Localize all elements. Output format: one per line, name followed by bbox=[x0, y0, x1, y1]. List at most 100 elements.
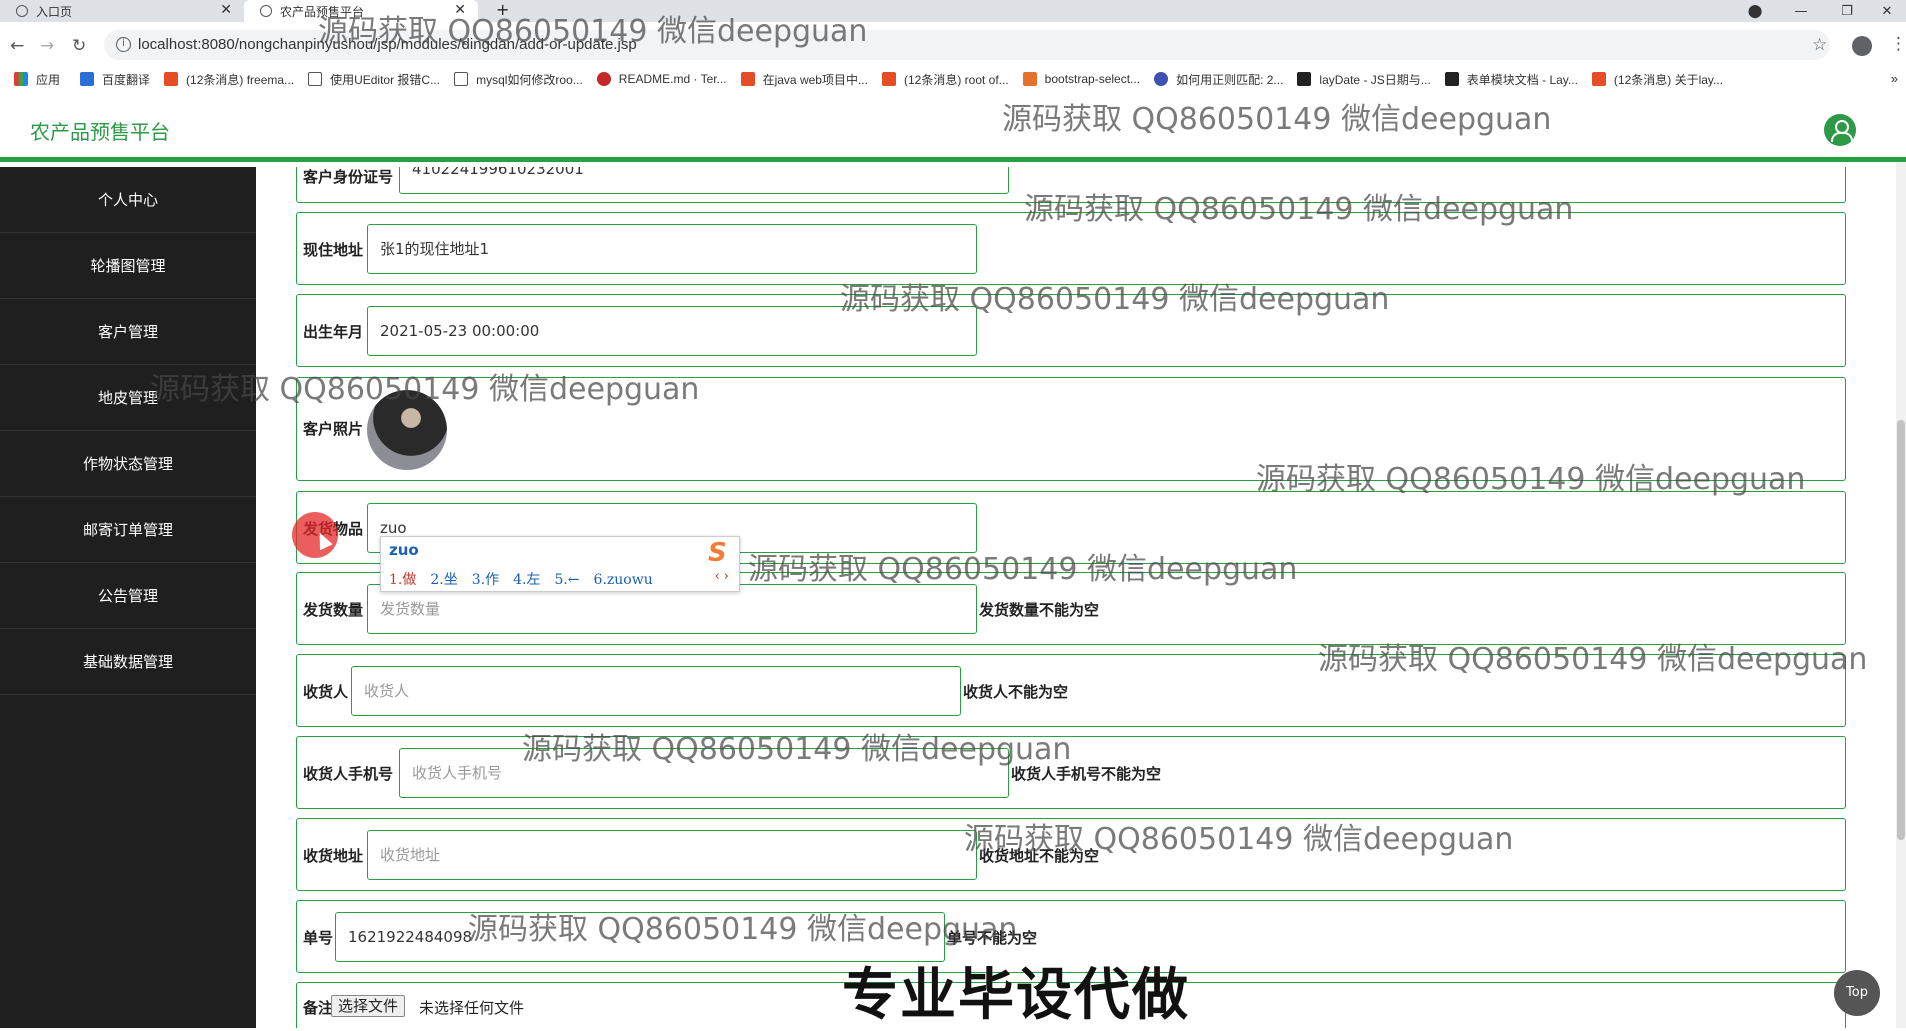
sidebar-item-mail-orders[interactable]: 邮寄订单管理 bbox=[0, 497, 256, 563]
receiver-phone-field[interactable]: 收货人手机号 bbox=[399, 748, 1009, 798]
profile-icon[interactable]: ⬤ bbox=[1732, 0, 1778, 22]
url-text: localhost:8080/nongchanpinyushou/jsp/mod… bbox=[138, 36, 637, 53]
ime-candidate[interactable]: 6.zuowu bbox=[594, 572, 653, 588]
ime-page-arrows[interactable]: ‹ › bbox=[714, 569, 729, 584]
id-number-field[interactable]: 410224199610232001 bbox=[399, 167, 1009, 194]
bookmark-label: layDate - JS日期与... bbox=[1319, 72, 1431, 87]
close-window-icon[interactable]: ✕ bbox=[1864, 0, 1906, 22]
ime-candidate[interactable]: 4.左 bbox=[513, 572, 540, 588]
back-to-top-button[interactable]: Top bbox=[1834, 970, 1880, 1016]
bookmark-item[interactable]: 在java web项目中... bbox=[740, 71, 868, 88]
phone-error: 收货人手机号不能为空 bbox=[1011, 765, 1162, 783]
ime-candidate-window: zuo 1.做 2.坐 3.作 4.左 5.← 6.zuowu ‹ › bbox=[380, 536, 740, 592]
new-tab-button[interactable]: + bbox=[496, 0, 509, 19]
bookmark-label: 使用UEditor 报错C... bbox=[330, 72, 441, 87]
choose-file-button[interactable]: 选择文件 bbox=[331, 995, 406, 1017]
ime-candidate[interactable]: 1.做 bbox=[389, 572, 416, 588]
bookmark-label: (12条消息) 关于lay... bbox=[1613, 72, 1724, 87]
app-title: 农产品预售平台 bbox=[30, 120, 170, 144]
bookmark-item[interactable]: bootstrap-select... bbox=[1022, 72, 1141, 86]
bookmark-label: 如何用正则匹配: 2... bbox=[1176, 72, 1284, 87]
csdn-icon bbox=[881, 72, 896, 86]
close-icon[interactable]: ✕ bbox=[454, 2, 466, 18]
bookmark-item[interactable]: (12条消息) 关于lay... bbox=[1591, 71, 1724, 88]
sidebar-item-profile[interactable]: 个人中心 bbox=[0, 167, 256, 233]
forward-icon[interactable]: → bbox=[40, 36, 54, 56]
form-row-id: 客户身份证号 410224199610232001 bbox=[296, 167, 1846, 203]
main-content: 客户身份证号 410224199610232001 现住地址 张1的现住地址1 … bbox=[256, 167, 1906, 1028]
app-header: 农产品预售平台 bbox=[0, 92, 1906, 162]
quantity-error: 发货数量不能为空 bbox=[979, 601, 1100, 619]
info-icon[interactable]: i bbox=[116, 37, 131, 52]
sidebar-item-customers[interactable]: 客户管理 bbox=[0, 299, 256, 365]
bookmark-item[interactable]: 应用 bbox=[14, 71, 60, 88]
form-row-phone: 收货人手机号 收货人手机号 收货人手机号不能为空 bbox=[296, 736, 1846, 809]
ime-candidates: 1.做 2.坐 3.作 4.左 5.← 6.zuowu bbox=[389, 569, 667, 589]
tab-label: 入口页 bbox=[36, 4, 73, 19]
receiver-field[interactable]: 收货人 bbox=[351, 666, 961, 716]
url-field[interactable]: i localhost:8080/nongchanpinyushou/jsp/m… bbox=[104, 30, 1830, 60]
browser-tab-active[interactable]: 农产品预售平台 ✕ bbox=[244, 0, 478, 22]
receiver-error: 收货人不能为空 bbox=[963, 683, 1069, 701]
field-label: 现住地址 bbox=[303, 241, 364, 259]
bookmark-label: README.md · Ter... bbox=[618, 72, 727, 86]
bookmark-item[interactable]: (12条消息) freema... bbox=[164, 71, 294, 88]
reload-icon[interactable]: ↻ bbox=[72, 36, 86, 56]
bookmark-item[interactable]: 使用UEditor 报错C... bbox=[308, 71, 440, 88]
bookmark-item[interactable]: 如何用正则匹配: 2... bbox=[1154, 71, 1283, 88]
ime-pinyin: zuo bbox=[389, 541, 419, 559]
receive-address-field[interactable]: 收货地址 bbox=[367, 830, 977, 880]
sidebar-item-crop-status[interactable]: 作物状态管理 bbox=[0, 431, 256, 497]
tab-label: 农产品预售平台 bbox=[280, 4, 365, 19]
bookmark-item[interactable]: mysql如何修改roo... bbox=[454, 71, 583, 88]
form-row-receiver: 收货人 收货人 收货人不能为空 bbox=[296, 654, 1846, 727]
ime-candidate[interactable]: 5.← bbox=[554, 572, 579, 588]
page-icon bbox=[260, 5, 272, 17]
close-icon[interactable]: ✕ bbox=[220, 2, 232, 18]
paw-icon bbox=[1154, 72, 1169, 86]
ime-candidate[interactable]: 2.坐 bbox=[430, 572, 457, 588]
birth-date-field[interactable]: 2021-05-23 00:00:00 bbox=[367, 306, 977, 356]
customer-photo[interactable] bbox=[367, 390, 447, 470]
bookmark-label: (12条消息) freema... bbox=[186, 72, 295, 87]
bookmark-item[interactable]: (12条消息) root of... bbox=[881, 71, 1009, 88]
form-row-birth: 出生年月 2021-05-23 00:00:00 bbox=[296, 294, 1846, 367]
field-label: 收货人 bbox=[303, 683, 349, 701]
more-bookmarks-icon[interactable]: » bbox=[1891, 71, 1898, 86]
translate-icon bbox=[80, 72, 95, 86]
bookmark-item[interactable]: README.md · Ter... bbox=[596, 72, 727, 86]
sidebar-item-notices[interactable]: 公告管理 bbox=[0, 563, 256, 629]
field-label: 单号 bbox=[303, 929, 334, 947]
bookmarks-bar: 应用 百度翻译 (12条消息) freema... 使用UEditor 报错C.… bbox=[0, 66, 1906, 92]
sidebar-item-basic-data[interactable]: 基础数据管理 bbox=[0, 629, 256, 695]
sidebar-item-carousel[interactable]: 轮播图管理 bbox=[0, 233, 256, 299]
sogou-icon: S bbox=[708, 538, 727, 568]
field-label: 备注 bbox=[303, 999, 334, 1017]
scrollbar-thumb[interactable] bbox=[1897, 420, 1905, 840]
back-icon[interactable]: ← bbox=[10, 36, 24, 56]
browser-tab-bar: 入口页 ✕ 农产品预售平台 ✕ + ⬤ — ❐ ✕ bbox=[0, 0, 1906, 22]
menu-icon[interactable]: ⋮ bbox=[1890, 34, 1906, 54]
bookmark-label: bootstrap-select... bbox=[1044, 72, 1141, 86]
star-icon[interactable]: ☆ bbox=[1812, 35, 1827, 55]
csdn-icon bbox=[1591, 72, 1606, 86]
layui-icon bbox=[1297, 72, 1312, 86]
user-icon[interactable] bbox=[1824, 114, 1856, 146]
sidebar-item-land[interactable]: 地皮管理 bbox=[0, 365, 256, 431]
bookmark-label: 应用 bbox=[36, 72, 61, 87]
field-label: 收货人手机号 bbox=[303, 765, 394, 783]
ime-candidate[interactable]: 3.作 bbox=[472, 572, 499, 588]
browser-tab[interactable]: 入口页 ✕ bbox=[0, 0, 244, 22]
bookmark-item[interactable]: 表单模块文档 - Lay... bbox=[1444, 71, 1578, 88]
bookmark-label: (12条消息) root of... bbox=[903, 72, 1009, 87]
minimize-icon[interactable]: — bbox=[1778, 0, 1824, 22]
form-row-receive-address: 收货地址 收货地址 收货地址不能为空 bbox=[296, 818, 1846, 891]
promo-banner: 专业毕设代做 bbox=[842, 963, 1190, 1028]
bookmark-item[interactable]: 百度翻译 bbox=[80, 71, 150, 88]
account-icon[interactable] bbox=[1852, 36, 1872, 56]
field-label: 客户照片 bbox=[303, 420, 364, 438]
csdn-icon bbox=[164, 72, 179, 86]
bookmark-item[interactable]: layDate - JS日期与... bbox=[1297, 71, 1431, 88]
link-icon bbox=[454, 72, 469, 86]
address-field[interactable]: 张1的现住地址1 bbox=[367, 224, 977, 274]
